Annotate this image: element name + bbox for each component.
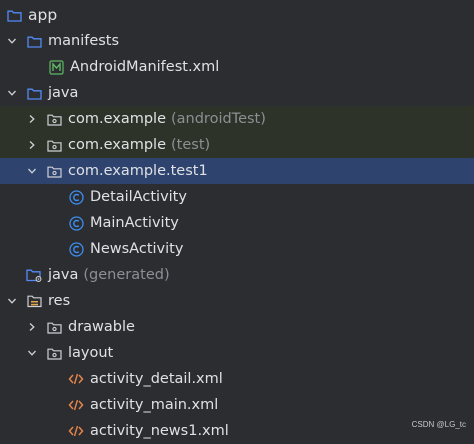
chevron-down-icon[interactable] (26, 165, 38, 177)
chevron-down-icon[interactable] (26, 347, 38, 359)
class-icon (68, 215, 84, 231)
tree-node-suffix: (generated) (83, 267, 170, 283)
tree-node-label: NewsActivity (90, 241, 184, 257)
tree-node-label: activity_detail.xml (90, 371, 223, 387)
tree-node-java-generated[interactable]: java (generated) (0, 262, 474, 288)
tree-node-label: com.example.test1 (68, 163, 208, 179)
package-icon (46, 163, 62, 179)
xml-file-icon (68, 397, 84, 413)
tree-node-activity-detail-xml[interactable]: activity_detail.xml (0, 366, 474, 392)
tree-node-drawable[interactable]: drawable (0, 314, 474, 340)
package-icon (46, 111, 62, 127)
chevron-down-icon[interactable] (6, 35, 18, 47)
tree-node-activity-main-xml[interactable]: activity_main.xml (0, 392, 474, 418)
xml-file-icon (68, 423, 84, 439)
tree-node-main-activity[interactable]: MainActivity (0, 210, 474, 236)
generated-folder-icon (26, 267, 42, 283)
tree-node-label: com.example (68, 111, 166, 127)
folder-icon (6, 7, 22, 23)
chevron-right-icon[interactable] (26, 321, 38, 333)
tree-node-layout[interactable]: layout (0, 340, 474, 366)
chevron-down-icon[interactable] (6, 87, 18, 99)
tree-node-package-test[interactable]: com.example (test) (0, 132, 474, 158)
package-icon (46, 319, 62, 335)
package-icon (46, 345, 62, 361)
tree-node-label: app (28, 6, 58, 24)
manifest-file-icon (48, 59, 64, 75)
tree-node-package-test1[interactable]: com.example.test1 (0, 158, 474, 184)
chevron-right-icon[interactable] (26, 139, 38, 151)
tree-node-label: java (48, 85, 79, 101)
tree-node-java[interactable]: java (0, 80, 474, 106)
tree-node-label: activity_news1.xml (90, 423, 229, 439)
tree-node-package-android-test[interactable]: com.example (androidTest) (0, 106, 474, 132)
project-tree: app manifests AndroidManifest.xml java c… (0, 0, 474, 441)
tree-node-android-manifest[interactable]: AndroidManifest.xml (0, 54, 474, 80)
tree-node-label: manifests (48, 33, 120, 49)
chevron-down-icon[interactable] (6, 295, 18, 307)
tree-node-label: activity_main.xml (90, 397, 219, 413)
tree-node-manifests[interactable]: manifests (0, 28, 474, 54)
tree-node-label: MainActivity (90, 215, 179, 231)
tree-node-activity-news1-xml[interactable]: activity_news1.xml (0, 418, 474, 444)
folder-icon (26, 33, 42, 49)
chevron-right-icon[interactable] (26, 113, 38, 125)
tree-node-label: com.example (68, 137, 166, 153)
tree-node-label: java (48, 267, 79, 283)
tree-node-label: AndroidManifest.xml (70, 59, 220, 75)
tree-node-suffix: (androidTest) (171, 111, 266, 127)
tree-node-news-activity[interactable]: NewsActivity (0, 236, 474, 262)
tree-node-label: res (48, 293, 71, 309)
class-icon (68, 241, 84, 257)
tree-node-detail-activity[interactable]: DetailActivity (0, 184, 474, 210)
tree-node-app[interactable]: app (0, 2, 474, 28)
tree-node-label: drawable (68, 319, 135, 335)
tree-node-label: DetailActivity (90, 189, 187, 205)
tree-node-suffix: (test) (171, 137, 211, 153)
resources-folder-icon (26, 293, 42, 309)
tree-node-label: layout (68, 345, 114, 361)
watermark: CSDN @LG_tc (411, 420, 466, 429)
source-folder-icon (26, 85, 42, 101)
package-icon (46, 137, 62, 153)
class-icon (68, 189, 84, 205)
xml-file-icon (68, 371, 84, 387)
tree-node-res[interactable]: res (0, 288, 474, 314)
